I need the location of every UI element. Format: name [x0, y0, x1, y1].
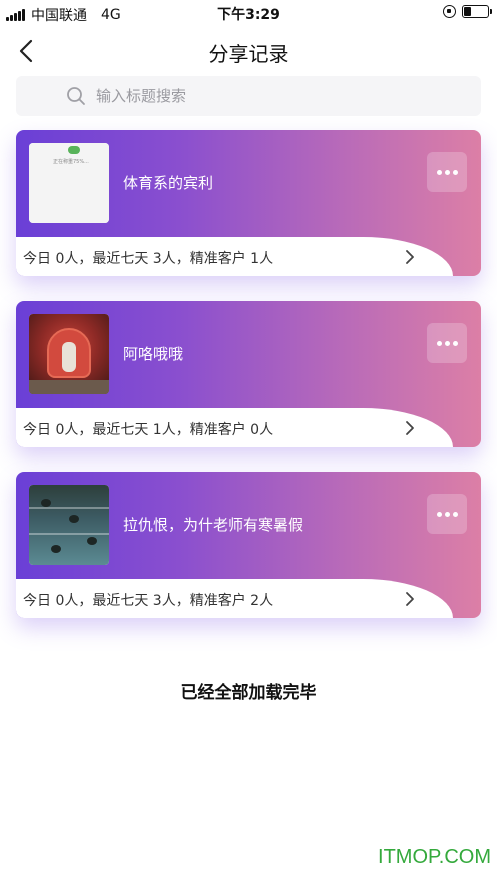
card-thumbnail: [29, 314, 109, 394]
card-stats-row[interactable]: 今日 0人，最近七天 1人，精准客户 0人: [16, 408, 453, 447]
card-stats-row[interactable]: 今日 0人，最近七天 3人，精准客户 1人: [16, 237, 453, 276]
share-record-card[interactable]: 阿咯哦哦 今日 0人，最近七天 1人，精准客户 0人: [16, 301, 481, 447]
card-thumbnail: [29, 485, 109, 565]
status-right: [443, 5, 492, 18]
toggle-icon: [68, 146, 80, 154]
more-dots-icon: [436, 169, 442, 175]
card-stats: 今日 0人，最近七天 3人，精准客户 2人: [23, 593, 274, 609]
search-bar[interactable]: [16, 76, 481, 116]
card-title: 阿咯哦哦: [123, 345, 184, 363]
card-stats: 今日 0人，最近七天 1人，精准客户 0人: [23, 422, 274, 438]
card-stats: 今日 0人，最近七天 3人，精准客户 1人: [23, 251, 274, 267]
card-thumbnail: 正在称重75%...: [29, 143, 109, 223]
chevron-right-icon: [406, 421, 414, 435]
status-time: 下午3:29: [217, 7, 280, 23]
watermark: ITMOP.COM: [378, 846, 491, 868]
more-dots-icon: [436, 511, 442, 517]
pool-photo-image: [29, 485, 109, 565]
thumb-caption: 正在称重75%...: [53, 159, 89, 165]
stage-photo-image: [29, 314, 109, 394]
share-record-card[interactable]: 拉仇恨，为什老师有寒暑假 今日 0人，最近七天 3人，精准客户 2人: [16, 472, 481, 618]
scale-screenshot-image: 正在称重75%...: [29, 143, 109, 223]
chevron-right-icon: [406, 250, 414, 264]
more-dots-icon: [436, 340, 442, 346]
card-stats-row[interactable]: 今日 0人，最近七天 3人，精准客户 2人: [16, 579, 453, 618]
battery-icon: [462, 5, 492, 18]
share-record-card[interactable]: 正在称重75%... 体育系的宾利 今日 0人，最近七天 3人，精准客户 1人: [16, 130, 481, 276]
search-input[interactable]: [96, 87, 426, 105]
search-icon: [66, 86, 86, 106]
page-title: 分享记录: [208, 42, 289, 66]
chevron-right-icon: [406, 592, 414, 606]
rotation-lock-icon: [443, 5, 456, 18]
more-button[interactable]: [427, 323, 467, 363]
nav-bar: 分享记录: [0, 26, 497, 76]
more-button[interactable]: [427, 152, 467, 192]
load-complete-text: 已经全部加载完毕: [180, 683, 317, 703]
more-button[interactable]: [427, 494, 467, 534]
status-bar: 中国联通 4G 下午3:29: [0, 0, 497, 26]
card-title: 体育系的宾利: [123, 174, 214, 192]
card-title: 拉仇恨，为什老师有寒暑假: [123, 516, 304, 534]
